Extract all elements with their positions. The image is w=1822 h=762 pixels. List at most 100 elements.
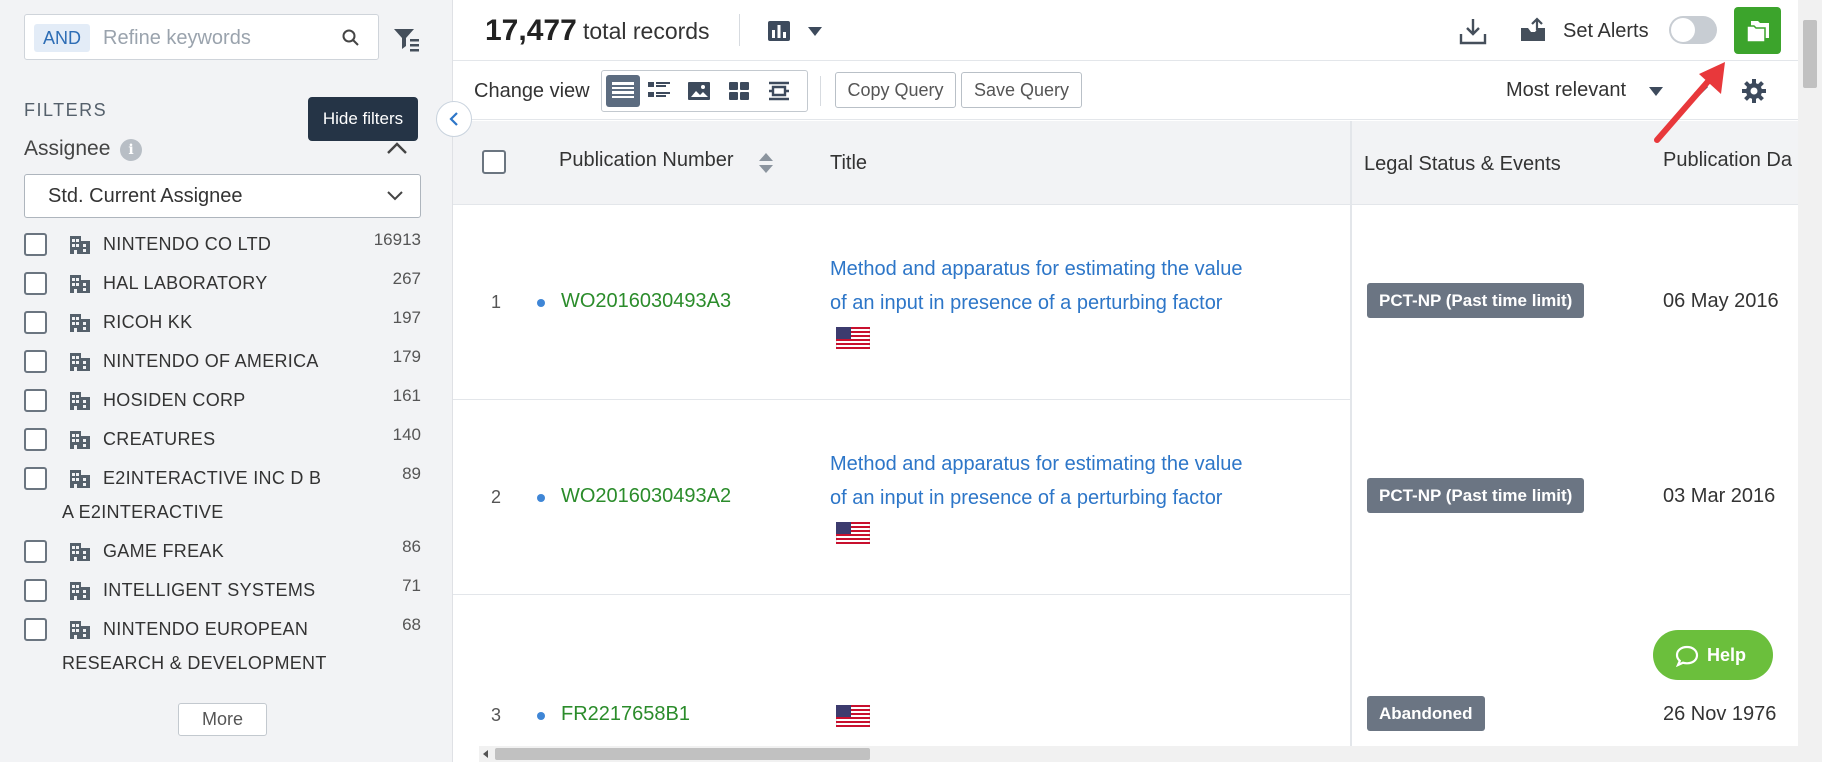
toggle-knob [1671,18,1695,42]
gear-icon[interactable] [1741,78,1767,104]
assignee-checkbox[interactable] [24,428,47,451]
publication-number-link[interactable]: FR2217658B1 [561,703,690,726]
assignee-filter-item[interactable]: GAME FREAK86 [24,537,421,571]
chevron-down-icon[interactable] [808,27,822,36]
assignee-count: 16913 [361,230,421,250]
publication-date: 03 Mar 2016 [1663,485,1775,508]
row-number: 2 [491,487,501,508]
patent-title-link[interactable] [830,698,1250,732]
assignee-checkbox[interactable] [24,350,47,373]
patent-title-link[interactable]: Method and apparatus for estimating the … [830,447,1250,549]
folders-icon [1745,18,1771,44]
save-query-button[interactable]: Save Query [961,72,1082,108]
assignee-filter-item[interactable]: RICOH KK197 [24,308,421,342]
hide-filters-button[interactable] [436,101,472,137]
share-icon[interactable] [1519,16,1547,44]
column-publication-date[interactable]: Publication Da [1663,149,1792,172]
set-alerts-label: Set Alerts [1563,20,1649,43]
filter-icon[interactable] [392,26,420,52]
patent-title-link[interactable]: Method and apparatus for estimating the … [830,252,1250,354]
assignee-filter-item[interactable]: HAL LABORATORY267 [24,269,421,303]
vertical-scrollbar[interactable] [1798,0,1822,762]
assignee-checkbox[interactable] [24,540,47,563]
select-all-checkbox[interactable] [482,150,506,174]
assignee-count: 140 [361,425,421,445]
scroll-left-arrow[interactable] [483,750,488,758]
assignee-filter-item[interactable]: NINTENDO OF AMERICA179 [24,347,421,381]
publication-number-link[interactable]: WO2016030493A3 [561,290,731,313]
compare-view-button[interactable] [762,75,796,107]
assignee-heading: Assignee [24,137,110,161]
building-icon [69,350,91,372]
assignee-count: 267 [361,269,421,289]
chevron-up-icon[interactable] [386,141,408,155]
assignee-count: 71 [361,576,421,596]
table-row[interactable]: 2 WO2016030493A2 Method and apparatus for … [453,400,1350,595]
change-view-label: Change view [474,80,590,103]
more-button[interactable]: More [178,703,267,736]
assignee-checkbox[interactable] [24,467,47,490]
bar-chart-icon[interactable] [767,20,791,42]
sort-dropdown[interactable]: Most relevant [1506,79,1626,102]
assignee-count: 179 [361,347,421,367]
help-button[interactable]: Help [1653,630,1773,680]
workspace-folders-button[interactable] [1734,7,1781,54]
list-view-button[interactable] [606,75,640,107]
assignee-checkbox[interactable] [24,389,47,412]
refine-keywords-input[interactable] [103,23,343,53]
building-icon [69,579,91,601]
legal-status-badge[interactable]: PCT-NP (Past time limit) [1367,478,1584,513]
legal-status-badge[interactable]: PCT-NP (Past time limit) [1367,283,1584,318]
download-icon[interactable] [1458,16,1488,46]
assignee-name: RICOH KK [103,312,192,333]
legal-status-badge[interactable]: Abandoned [1367,696,1485,731]
row-number: 3 [491,705,501,726]
column-legal-status[interactable]: Legal Status & Events [1364,153,1561,176]
assignee-filter-item[interactable]: NINTENDO EUROPEANRESEARCH & DEVELOPMENT6… [24,615,421,649]
column-publication-number[interactable]: Publication Number [559,149,734,172]
alerts-toggle[interactable] [1669,16,1717,44]
copy-query-button[interactable]: Copy Query [835,72,956,108]
assignee-checkbox[interactable] [24,311,47,334]
assignee-filter-item[interactable]: CREATURES140 [24,425,421,459]
info-icon[interactable]: i [120,139,142,161]
grid-view-button[interactable] [722,75,756,107]
horizontal-scrollbar[interactable] [479,746,1798,762]
divider [739,14,740,46]
assignee-type-select[interactable]: Std. Current Assignee [24,174,421,218]
results-panel: 17,477 total records Set Alerts Change v… [453,0,1822,762]
assignee-checkbox[interactable] [24,233,47,256]
assignee-name: E2INTERACTIVE INC D B [103,468,321,489]
assignee-filter-item[interactable]: E2INTERACTIVE INC D BA E2INTERACTIVE89 [24,464,421,498]
building-icon [69,233,91,255]
keyword-search-box: AND [24,14,379,60]
publication-number-link[interactable]: WO2016030493A2 [561,485,731,508]
scrollbar-thumb[interactable] [1803,20,1817,88]
table-row[interactable]: 1WO2016030493A3Method and apparatus for … [453,205,1350,400]
assignee-filter-item[interactable]: INTELLIGENT SYSTEMS71 [24,576,421,610]
assignee-name-cont: RESEARCH & DEVELOPMENT [62,653,327,674]
us-flag-icon [836,327,870,349]
assignee-checkbox[interactable] [24,579,47,602]
assignee-checkbox[interactable] [24,618,47,641]
building-icon [69,467,91,489]
assignee-filter-item[interactable]: NINTENDO CO LTD16913 [24,230,421,264]
status-dot [537,299,545,307]
search-icon[interactable] [341,28,361,48]
assignee-filter-item[interactable]: HOSIDEN CORP161 [24,386,421,420]
assignee-checkbox[interactable] [24,272,47,295]
table-row[interactable]: 3 FR2217658B1 [453,595,1350,746]
sort-icon[interactable] [758,151,774,175]
us-flag-icon [836,705,870,727]
assignee-name: NINTENDO EUROPEAN [103,619,308,640]
total-records-count: 17,477 [485,14,577,48]
image-view-button[interactable] [682,75,716,107]
and-operator-badge[interactable]: AND [34,24,90,52]
column-title[interactable]: Title [830,152,867,175]
assignee-count: 86 [361,537,421,557]
scrollbar-thumb[interactable] [495,748,870,760]
detail-view-button[interactable] [642,75,676,107]
assignee-count: 89 [361,464,421,484]
building-icon [69,311,91,333]
list-view-icon [611,80,635,102]
